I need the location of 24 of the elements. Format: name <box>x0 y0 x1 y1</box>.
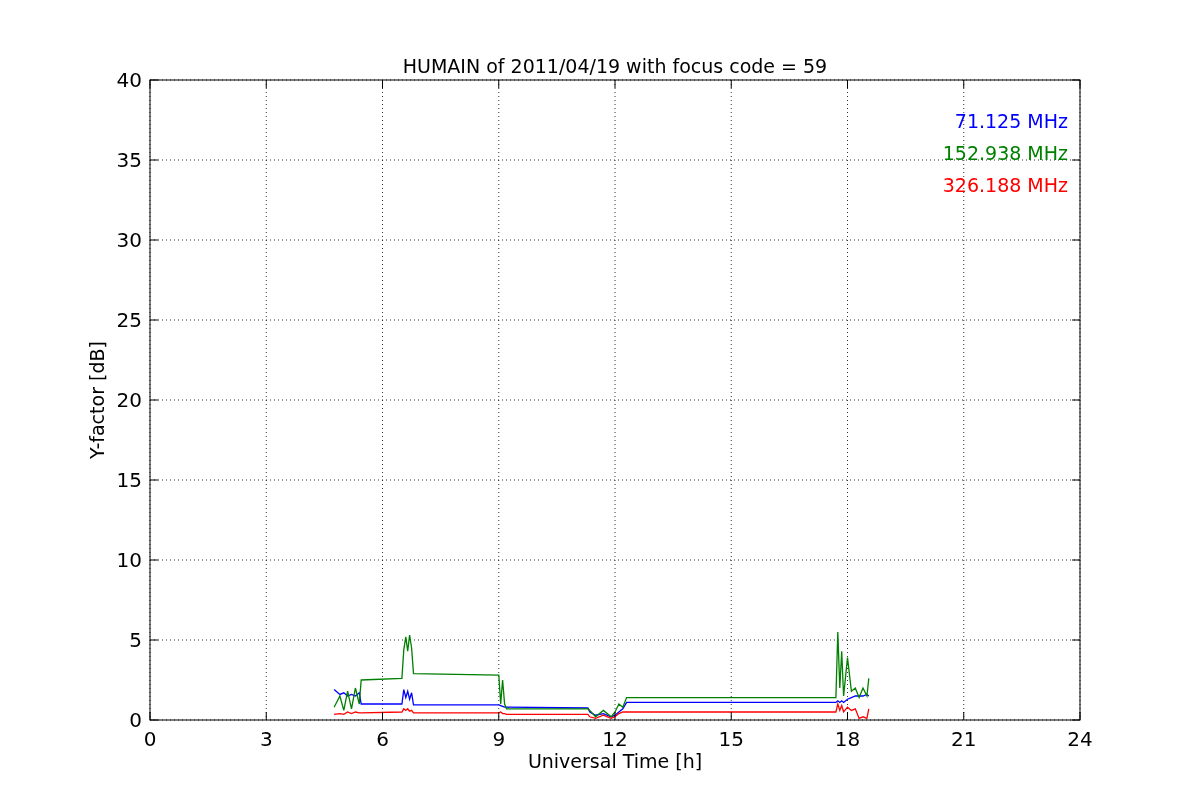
legend-label: 152.938 MHz <box>942 142 1068 164</box>
y-axis-label: Y-factor [dB] <box>86 341 108 459</box>
y-tick-label: 25 <box>116 308 142 332</box>
x-tick-label: 21 <box>951 727 977 751</box>
y-tick-label: 30 <box>116 228 142 252</box>
x-tick-label: 15 <box>718 727 744 751</box>
x-tick-label: 12 <box>602 727 628 751</box>
y-tick-label: 0 <box>129 708 142 732</box>
x-tick-label: 18 <box>834 727 861 751</box>
chart-title: HUMAIN of 2011/04/19 with focus code = 59 <box>402 55 828 77</box>
x-axis-label: Universal Time [h] <box>527 750 703 772</box>
y-tick-label: 5 <box>129 628 142 652</box>
y-tick-label: 35 <box>116 148 142 172</box>
x-tick-label: 9 <box>492 727 506 751</box>
x-tick-label: 3 <box>259 727 273 751</box>
y-tick-label: 40 <box>116 68 142 92</box>
legend-label: 71.125 MHz <box>954 110 1068 132</box>
y-tick-label: 15 <box>116 468 142 492</box>
y-tick-label: 10 <box>116 548 142 572</box>
x-tick-label: 24 <box>1067 727 1093 751</box>
x-tick-label: 0 <box>143 727 157 751</box>
y-tick-label: 20 <box>116 388 142 412</box>
x-tick-label: 6 <box>376 727 389 751</box>
legend-label: 326.188 MHz <box>942 174 1068 196</box>
